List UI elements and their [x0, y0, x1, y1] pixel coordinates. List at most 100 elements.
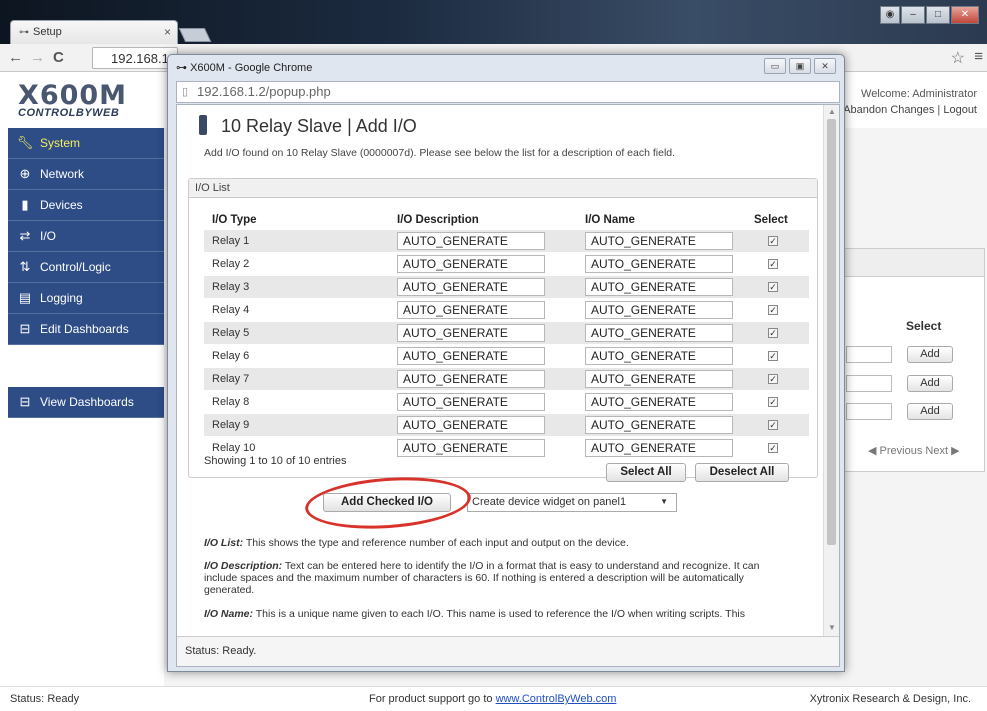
deselect-all-button[interactable]: Deselect All	[695, 463, 789, 482]
io-name-input[interactable]: AUTO_GENERATE	[585, 370, 733, 388]
select-checkbox[interactable]: ✓	[768, 236, 778, 246]
header-separator: |	[937, 104, 941, 116]
select-checkbox[interactable]: ✓	[768, 305, 778, 315]
chevron-down-icon: ▼	[660, 497, 668, 506]
next-arrow-icon[interactable]: ▶	[951, 445, 959, 457]
sidebar-item-network[interactable]: ⊕ Network	[8, 159, 164, 190]
sidebar-item-logging[interactable]: ▤ Logging	[8, 283, 164, 314]
entries-count: Showing 1 to 10 of 10 entries	[204, 455, 347, 467]
maximize-icon[interactable]: □	[926, 6, 950, 24]
background-add-button[interactable]: Add	[907, 403, 953, 420]
io-name-input[interactable]: AUTO_GENERATE	[585, 232, 733, 250]
logo: X600M CONTROLBYWEB	[18, 80, 127, 119]
io-name-input[interactable]: AUTO_GENERATE	[585, 347, 733, 365]
popup-favicon-icon: ⊶	[176, 62, 191, 74]
io-description-input[interactable]: AUTO_GENERATE	[397, 416, 545, 434]
tab-close-icon[interactable]: ×	[164, 25, 171, 39]
io-type-cell: Relay 10	[212, 442, 256, 454]
io-name-input[interactable]: AUTO_GENERATE	[585, 393, 733, 411]
sidebar-item-devices[interactable]: ▮ Devices	[8, 190, 164, 221]
minimize-icon[interactable]: –	[901, 6, 925, 24]
address-bar[interactable]: 192.168.1.2	[92, 47, 178, 69]
tab-favicon-icon: ⊶	[19, 27, 29, 38]
io-name-input[interactable]: AUTO_GENERATE	[585, 278, 733, 296]
io-description-input[interactable]: AUTO_GENERATE	[397, 370, 545, 388]
io-name-input[interactable]: AUTO_GENERATE	[585, 439, 733, 457]
status-label: Status:	[10, 693, 45, 705]
io-description-input[interactable]: AUTO_GENERATE	[397, 301, 545, 319]
support-link[interactable]: www.ControlByWeb.com	[496, 693, 617, 705]
sidebar-item-control-logic[interactable]: ⇅ Control/Logic	[8, 252, 164, 283]
help-text: This is a unique name given to each I/O.…	[255, 608, 746, 620]
list-icon: ▤	[18, 290, 32, 305]
table-row: Relay 3 AUTO_GENERATE AUTO_GENERATE ✓	[204, 276, 809, 298]
io-name-input[interactable]: AUTO_GENERATE	[585, 255, 733, 273]
io-description-input[interactable]: AUTO_GENERATE	[397, 347, 545, 365]
abandon-changes-link[interactable]: Abandon Changes	[843, 104, 934, 116]
browser-tab[interactable]: ⊶ Setup ×	[10, 20, 178, 44]
widget-panel-select[interactable]: Create device widget on panel1 ▼	[467, 493, 677, 512]
sidebar-item-view-dashboards[interactable]: ⊟ View Dashboards	[8, 387, 164, 418]
io-name-input[interactable]: AUTO_GENERATE	[585, 324, 733, 342]
sidebar-item-io[interactable]: ⇄ I/O	[8, 221, 164, 252]
background-input[interactable]	[846, 346, 892, 363]
io-description-input[interactable]: AUTO_GENERATE	[397, 393, 545, 411]
popup-maximize-icon[interactable]: ▣	[789, 58, 811, 74]
help-term: I/O List:	[204, 537, 244, 549]
io-description-input[interactable]: AUTO_GENERATE	[397, 324, 545, 342]
io-description-input[interactable]: AUTO_GENERATE	[397, 255, 545, 273]
io-type-cell: Relay 8	[212, 396, 250, 408]
io-name-input[interactable]: AUTO_GENERATE	[585, 416, 733, 434]
background-input[interactable]	[846, 403, 892, 420]
io-description-input[interactable]: AUTO_GENERATE	[397, 232, 545, 250]
close-window-icon[interactable]: ✕	[951, 6, 979, 24]
reload-icon[interactable]: C	[53, 49, 64, 66]
previous-arrow-icon[interactable]: ◀	[868, 445, 876, 457]
chrome-menu-icon[interactable]: ≡	[974, 48, 983, 65]
scrollbar-thumb[interactable]	[827, 119, 836, 545]
sidebar-item-label: Control/Logic	[40, 260, 111, 274]
back-icon[interactable]: ←	[8, 49, 23, 66]
popup-minimize-icon[interactable]: ▭	[764, 58, 786, 74]
io-list-header: I/O List	[189, 179, 817, 198]
welcome-area: Welcome: Administrator Abandon Changes |…	[843, 86, 977, 118]
select-checkbox[interactable]: ✓	[768, 351, 778, 361]
select-checkbox[interactable]: ✓	[768, 259, 778, 269]
wrench-icon: 🔧︎	[16, 135, 34, 150]
table-row: Relay 1 AUTO_GENERATE AUTO_GENERATE ✓	[204, 230, 809, 252]
io-type-cell: Relay 3	[212, 281, 250, 293]
background-add-button[interactable]: Add	[907, 375, 953, 392]
help-io-name: I/O Name: This is a unique name given to…	[204, 608, 794, 622]
next-link[interactable]: Next	[925, 445, 948, 457]
popup-window-title: ⊶ X600M - Google Chrome	[176, 61, 312, 74]
new-tab-button[interactable]	[178, 28, 212, 42]
background-add-button[interactable]: Add	[907, 346, 953, 363]
popup-close-icon[interactable]: ✕	[814, 58, 836, 74]
sidebar-item-edit-dashboards[interactable]: ⊟ Edit Dashboards	[8, 314, 164, 345]
sidebar: 🔧︎ System ⊕ Network ▮ Devices ⇄ I/O ⇅ Co…	[8, 128, 164, 686]
select-checkbox[interactable]: ✓	[768, 374, 778, 384]
popup-scrollbar[interactable]: ▲ ▼	[823, 105, 839, 636]
select-checkbox[interactable]: ✓	[768, 282, 778, 292]
select-checkbox[interactable]: ✓	[768, 328, 778, 338]
io-description-input[interactable]: AUTO_GENERATE	[397, 439, 545, 457]
select-all-button[interactable]: Select All	[606, 463, 686, 482]
profile-icon[interactable]: ◉	[880, 6, 900, 24]
bookmark-star-icon[interactable]: ☆	[951, 48, 965, 68]
forward-icon[interactable]: →	[30, 49, 45, 66]
io-name-input[interactable]: AUTO_GENERATE	[585, 301, 733, 319]
select-checkbox[interactable]: ✓	[768, 443, 778, 453]
scroll-down-icon[interactable]: ▼	[828, 623, 836, 632]
background-input[interactable]	[846, 375, 892, 392]
help-text: Text can be entered here to identify the…	[204, 560, 760, 596]
popup-body: ▲ ▼ 10 Relay Slave | Add I/O Add I/O fou…	[176, 104, 840, 667]
page-status-bar: Status: Ready For product support go to …	[0, 686, 987, 711]
select-checkbox[interactable]: ✓	[768, 420, 778, 430]
logout-link[interactable]: Logout	[943, 104, 977, 116]
io-description-input[interactable]: AUTO_GENERATE	[397, 278, 545, 296]
sidebar-item-system[interactable]: 🔧︎ System	[8, 128, 164, 159]
popup-address-bar[interactable]: ▯ 192.168.1.2/popup.php	[176, 81, 840, 103]
scroll-up-icon[interactable]: ▲	[828, 107, 836, 116]
select-checkbox[interactable]: ✓	[768, 397, 778, 407]
previous-link[interactable]: Previous	[880, 445, 923, 457]
